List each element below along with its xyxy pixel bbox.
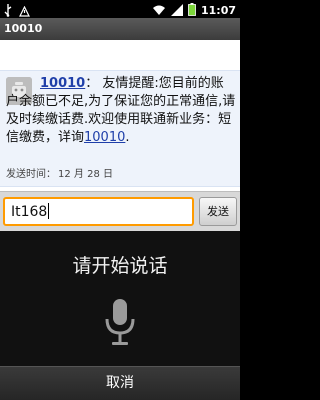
microphone-icon[interactable]	[104, 297, 136, 347]
send-button[interactable]: 发送	[199, 197, 237, 226]
timestamp-label: 发送时间：	[6, 169, 56, 180]
inline-number-link[interactable]: 10010	[84, 130, 125, 145]
sender-link[interactable]: 10010	[40, 76, 85, 91]
message-input[interactable]: It168	[3, 197, 194, 226]
status-bar: 11:07	[0, 0, 240, 18]
timestamp-value: 12 月 28 日	[58, 169, 113, 180]
voice-input-panel: 请开始说话 取消	[0, 231, 240, 400]
text-caret	[48, 203, 50, 219]
cancel-button[interactable]: 取消	[0, 366, 240, 400]
message-input-value: It168	[11, 204, 48, 220]
conversation-title: 10010	[0, 18, 240, 40]
composer-bar: It168 发送	[0, 191, 240, 231]
message-timestamp: 发送时间： 12 月 28 日	[6, 165, 113, 180]
conversation-area[interactable]: 10010： 友情提醒:您目前的账户余额已不足,为了保证您的正常通信,请及时续缴…	[0, 40, 240, 191]
message-bubble[interactable]: 10010： 友情提醒:您目前的账户余额已不足,为了保证您的正常通信,请及时续缴…	[0, 70, 240, 187]
voice-prompt: 请开始说话	[72, 255, 168, 277]
message-body: 10010： 友情提醒:您目前的账户余额已不足,为了保证您的正常通信,请及时续缴…	[6, 75, 236, 147]
message-text-end: .	[125, 130, 130, 145]
status-clock: 11:07	[200, 4, 236, 17]
